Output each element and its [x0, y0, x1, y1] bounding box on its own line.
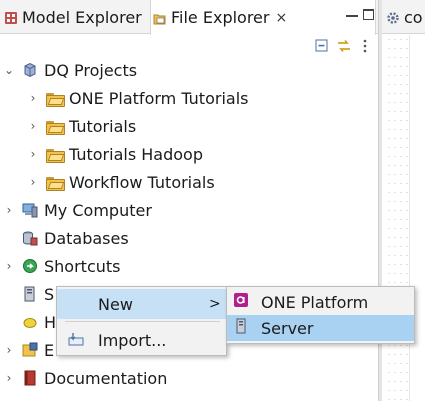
editor-area [383, 35, 425, 401]
menu-item-new[interactable]: New > [57, 289, 226, 319]
file-explorer-icon [153, 11, 167, 25]
menu-item-label: New [98, 294, 133, 314]
tree-node-project[interactable]: › Tutorials [26, 112, 137, 140]
computer-icon [22, 202, 38, 218]
chevron-right-icon[interactable]: › [2, 203, 16, 217]
server-icon [233, 318, 249, 338]
tree-node-project[interactable]: › Tutorials Hadoop [26, 140, 203, 168]
link-with-editor-icon[interactable] [336, 38, 352, 57]
maximize-icon[interactable] [363, 9, 374, 20]
tree-node-my-computer[interactable]: › My Computer [2, 196, 152, 224]
tree-node-e[interactable]: › E [2, 336, 55, 364]
tab-model-explorer[interactable]: Model Explorer [4, 0, 142, 34]
database-icon [22, 230, 38, 246]
minimize-icon[interactable] [346, 15, 358, 17]
submenu-item-server[interactable]: Server [227, 315, 414, 341]
submenu-item-label: Server [261, 318, 314, 338]
tree-node-label: E [44, 340, 55, 360]
context-menu: New > Import... [56, 286, 227, 356]
menu-item-label: Import... [98, 330, 167, 350]
chevron-right-icon[interactable]: › [26, 91, 40, 105]
chevron-right-icon[interactable]: › [2, 343, 16, 357]
environment-icon [22, 342, 38, 358]
tab-editor[interactable]: co [386, 0, 423, 34]
folder-icon [46, 149, 65, 163]
folder-icon [46, 93, 65, 107]
tree-node-shortcuts[interactable]: › Shortcuts [2, 252, 121, 280]
tree-node-label: Databases [44, 228, 129, 248]
project-icon [22, 62, 38, 78]
server-icon [22, 286, 38, 302]
chevron-right-icon[interactable]: › [26, 147, 40, 161]
close-icon[interactable]: × [275, 10, 287, 26]
tree-node-documentation[interactable]: › Documentation [2, 364, 168, 392]
editor-ruler [386, 35, 410, 401]
import-icon [68, 331, 84, 350]
one-platform-icon [233, 292, 249, 312]
tree-node-label: Tutorials Hadoop [69, 144, 203, 164]
book-icon [22, 370, 38, 386]
tab-label: co [404, 7, 423, 27]
tree-node-label: My Computer [44, 200, 152, 220]
tree-node-project[interactable]: › Workflow Tutorials [26, 168, 215, 196]
chevron-right-icon[interactable]: › [2, 259, 16, 273]
menu-item-import[interactable]: Import... [57, 325, 226, 355]
tree-node-databases[interactable]: Databases [16, 224, 129, 252]
menu-separator [65, 321, 220, 322]
view-menu-icon[interactable] [362, 38, 368, 57]
new-submenu: ONE Platform Server [226, 286, 415, 344]
folder-icon [46, 177, 65, 191]
chevron-right-icon[interactable]: › [26, 119, 40, 133]
hadoop-icon [22, 314, 38, 330]
chevron-right-icon: > [209, 296, 221, 312]
tree-node-label: Documentation [44, 368, 168, 388]
collapse-all-icon[interactable] [315, 38, 329, 57]
tree-node-project[interactable]: › ONE Platform Tutorials [26, 84, 249, 112]
folder-icon [46, 121, 65, 135]
shortcut-icon [22, 258, 38, 274]
chevron-right-icon[interactable]: › [2, 371, 16, 385]
submenu-item-one-platform[interactable]: ONE Platform [227, 289, 414, 315]
tree-node-label: S [44, 284, 55, 304]
tab-file-explorer[interactable]: File Explorer × [150, 0, 376, 35]
view-tab-bar: Model Explorer File Explorer × co [0, 0, 425, 35]
tree-node-label: DQ Projects [44, 60, 138, 80]
model-explorer-icon [4, 10, 18, 24]
tree-node-label: Tutorials [69, 116, 137, 136]
gear-icon [386, 10, 400, 24]
tree-node-h[interactable]: H [16, 308, 56, 336]
tree-node-dq-projects[interactable]: ⌄ DQ Projects [2, 56, 137, 84]
tab-label: Model Explorer [22, 7, 142, 27]
submenu-item-label: ONE Platform [261, 292, 369, 312]
tree-node-label: H [44, 312, 57, 332]
tree-node-label: Shortcuts [44, 256, 121, 276]
tree-node-label: Workflow Tutorials [69, 172, 215, 192]
tab-label: File Explorer [171, 8, 270, 27]
tree-node-label: ONE Platform Tutorials [69, 88, 249, 108]
chevron-down-icon[interactable]: ⌄ [2, 63, 16, 77]
tree-node-servers[interactable]: S [16, 280, 54, 308]
chevron-right-icon[interactable]: › [26, 175, 40, 189]
